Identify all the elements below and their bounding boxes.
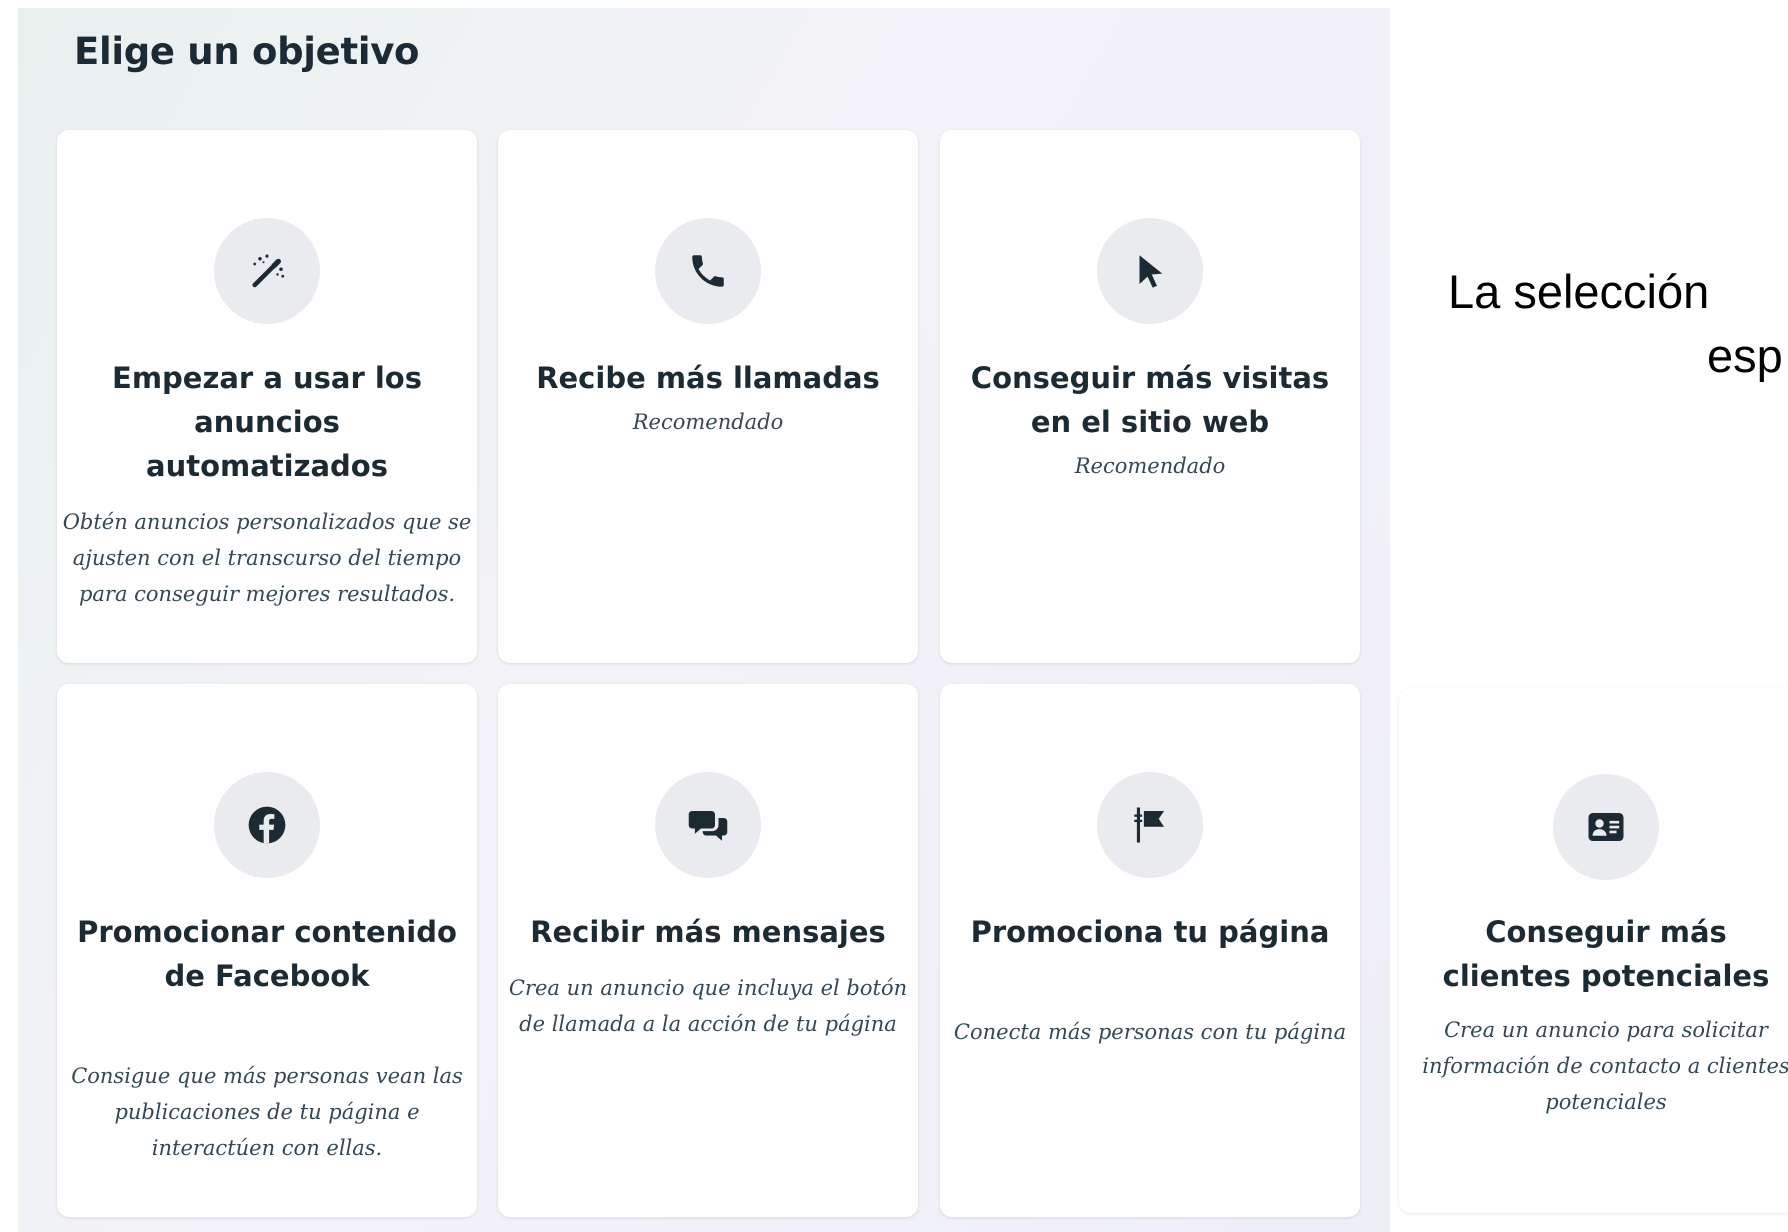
card-title: Promocionar contenido de Facebook	[77, 915, 457, 993]
panel-title: Elige un objetivo	[74, 30, 420, 73]
objective-card-leads[interactable]: Conseguir más clientes potenciales Crea …	[1399, 688, 1788, 1213]
cursor-icon	[1097, 218, 1203, 324]
card-description: Crea un anuncio que incluya el botón de …	[508, 976, 908, 1036]
card-title: Recibe más llamadas	[536, 361, 880, 395]
chat-bubbles-icon	[655, 772, 761, 878]
side-caption-line1: La selección	[1448, 265, 1710, 318]
magic-wand-icon	[214, 218, 320, 324]
facebook-icon	[214, 772, 320, 878]
recommended-label: Recomendado	[632, 410, 784, 434]
objective-card-website-visits[interactable]: Conseguir más visitas en el sitio web Re…	[940, 130, 1360, 663]
contact-card-icon	[1553, 774, 1659, 880]
recommended-label: Recomendado	[1074, 454, 1226, 478]
objective-card-promote-page[interactable]: Promociona tu página Conecta más persona…	[940, 684, 1360, 1217]
card-title: Empezar a usar los anuncios automatizado…	[112, 361, 422, 483]
card-title: Conseguir más visitas en el sitio web	[970, 361, 1330, 439]
card-title: Recibir más mensajes	[530, 915, 886, 949]
card-description: Crea un anuncio para solicitar informaci…	[1422, 1018, 1788, 1114]
flag-icon	[1097, 772, 1203, 878]
phone-icon	[655, 218, 761, 324]
side-caption-line2: esp	[1707, 329, 1783, 382]
objective-card-automated-ads[interactable]: Empezar a usar los anuncios automatizado…	[57, 130, 477, 663]
card-title: Promociona tu página	[970, 915, 1330, 949]
card-description: Obtén anuncios personalizados que se aju…	[62, 510, 472, 606]
card-description: Conecta más personas con tu página	[953, 1020, 1347, 1044]
card-description: Consigue que más personas vean las publi…	[71, 1064, 463, 1160]
objective-card-calls[interactable]: Recibe más llamadas Recomendado	[498, 130, 918, 663]
objective-card-facebook-content[interactable]: Promocionar contenido de Facebook Consig…	[57, 684, 477, 1217]
card-title: Conseguir más clientes potenciales	[1442, 915, 1770, 993]
objective-card-messages[interactable]: Recibir más mensajes Crea un anuncio que…	[498, 684, 918, 1217]
side-caption: La selección esp	[1448, 260, 1788, 400]
